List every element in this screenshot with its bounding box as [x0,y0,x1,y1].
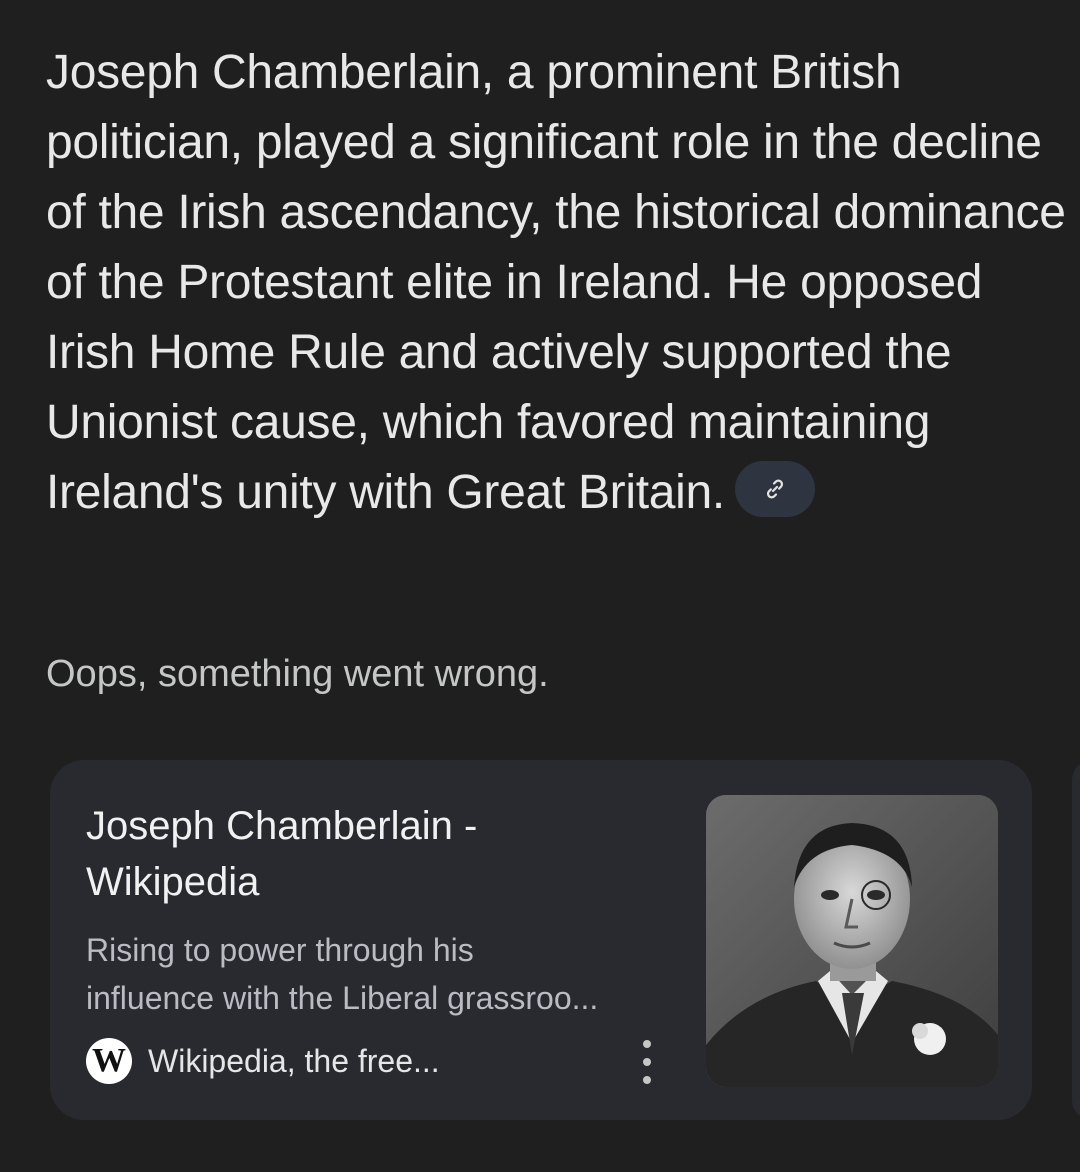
source-card-snippet: Rising to power through his influence wi… [86,926,676,1022]
answer-paragraph: Joseph Chamberlain, a prominent British … [46,46,1066,519]
snippet-line-1: Rising to power through his [86,932,474,968]
snippet-line-2: influence with the Liberal grassroo... [86,980,599,1016]
link-icon [766,479,784,499]
error-message: Oops, something went wrong. [46,653,549,695]
source-link-chip[interactable] [734,461,815,518]
source-card[interactable]: Joseph Chamberlain - Wikipedia Rising to… [50,760,1032,1120]
source-thumbnail-portrait [706,795,998,1087]
source-card-title[interactable]: Joseph Chamberlain - Wikipedia [86,798,646,910]
wikipedia-icon: W [86,1038,132,1084]
more-options-button[interactable] [634,1040,660,1084]
next-source-card-edge[interactable] [1072,760,1080,1120]
more-vert-icon [643,1040,651,1048]
ai-answer-text: Joseph Chamberlain, a prominent British … [46,38,1066,528]
source-name: Wikipedia, the free... [148,1042,440,1079]
source-attribution: W Wikipedia, the free... [86,1038,440,1084]
portrait-image [706,795,998,1087]
